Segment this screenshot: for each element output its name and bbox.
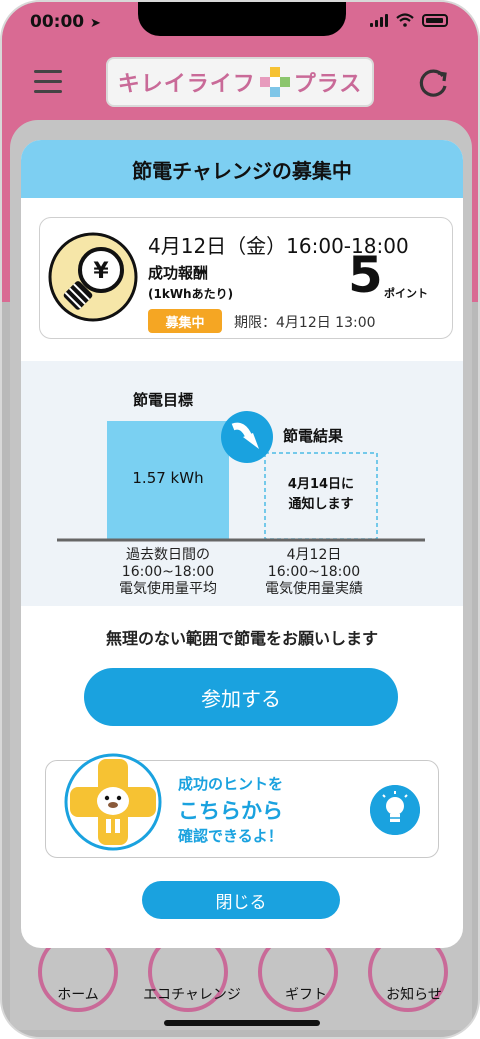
signal-icon (370, 13, 388, 27)
result-note: 4月14日に 通知します (265, 475, 377, 515)
modal-title: 節電チャレンジの募集中 (21, 140, 463, 198)
wifi-icon (396, 13, 414, 27)
result-note-line2: 通知します (288, 497, 354, 512)
app-logo: キレイライフ プラス (106, 57, 374, 107)
challenge-info-card: ¥ 4月12日（金）16:00-18:00 成功報酬 (1kWhあたり) 5 ポ… (39, 217, 453, 339)
right-caption-line1: 4月12日 (286, 547, 342, 563)
logo-text-right: プラス (293, 72, 363, 97)
logo-cross-icon (259, 67, 290, 97)
result-label: 節電結果 (283, 427, 344, 445)
lightbulb-icon (370, 785, 420, 835)
reward-label: 成功報酬 (148, 264, 209, 282)
status-time: 00:00 ➤ (30, 12, 101, 32)
nav-news[interactable]: お知らせ (354, 984, 474, 1004)
arrow-down-icon (221, 411, 273, 463)
left-caption-line3: 電気使用量平均 (119, 581, 217, 597)
refresh-icon[interactable] (416, 66, 450, 100)
right-caption-line2: 16:00~18:00 (267, 564, 361, 580)
left-caption: 過去数日間の 16:00~18:00 電気使用量平均 (93, 547, 243, 598)
svg-text:¥: ¥ (93, 259, 109, 284)
target-value: 1.57 kWh (132, 469, 204, 487)
join-button[interactable]: 参加する (84, 668, 398, 726)
status-time-text: 00:00 (30, 12, 85, 32)
location-arrow-icon: ➤ (90, 16, 101, 31)
status-icons (370, 13, 448, 27)
deadline-text: 期限：4月12日 13:00 (234, 315, 376, 331)
right-caption: 4月12日 16:00~18:00 電気使用量実績 (239, 547, 389, 598)
left-caption-line1: 過去数日間の (126, 547, 210, 563)
right-caption-line3: 電気使用量実績 (265, 581, 363, 597)
status-badge: 募集中 (148, 309, 222, 333)
reward-points: 5 (348, 246, 383, 304)
left-caption-line2: 16:00~18:00 (121, 564, 215, 580)
nav-eco-challenge[interactable]: エコチャレンジ (132, 984, 252, 1004)
menu-button[interactable] (34, 70, 62, 94)
hint-line3: 確認できるよ！ (178, 827, 283, 845)
reward-unit: (1kWhあたり) (148, 287, 234, 301)
battery-icon (422, 13, 448, 27)
comparison-chart: 節電目標 節電結果 1.57 kWh 4月14日に 通知します 過去数日間の 1… (21, 361, 463, 606)
notch (138, 2, 346, 36)
close-button[interactable]: 閉じる (142, 881, 340, 919)
yen-bulb-icon: ¥ (48, 232, 138, 322)
challenge-modal: 節電チャレンジの募集中 ¥ 4月12日（金）16:00-18:00 成功報酬 (… (21, 140, 463, 948)
phone-frame: 00:00 ➤ キレイライフ プラス ホーム エコチャレンジ ギフト お知らせ … (0, 0, 480, 1039)
target-label: 節電目標 (133, 391, 194, 409)
hint-line1: 成功のヒントを (178, 775, 284, 793)
nav-home[interactable]: ホーム (18, 984, 138, 1004)
nav-gift[interactable]: ギフト (246, 984, 366, 1004)
home-indicator (164, 1020, 320, 1026)
request-message: 無理のない範囲で節電をお願いします (105, 629, 378, 648)
mascot-icon (64, 753, 162, 851)
hint-line2: こちらから (178, 799, 283, 823)
points-unit: ポイント (384, 287, 428, 300)
result-note-line1: 4月14日に (287, 477, 355, 492)
hint-card[interactable]: 成功のヒントを こちらから 確認できるよ！ (45, 753, 439, 858)
logo-text-left: キレイライフ (117, 72, 256, 97)
